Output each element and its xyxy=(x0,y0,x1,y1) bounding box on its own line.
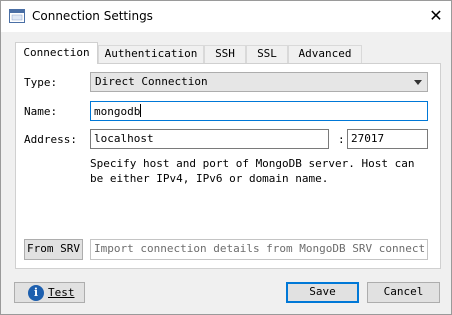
window-title: Connection Settings xyxy=(32,9,153,23)
tab-ssl[interactable]: SSL xyxy=(246,45,288,63)
text-caret xyxy=(140,104,142,117)
cancel-button[interactable]: Cancel xyxy=(367,282,440,303)
close-icon[interactable]: ✕ xyxy=(425,5,447,27)
host-field[interactable]: localhost xyxy=(90,129,329,149)
port-separator: : xyxy=(338,133,345,146)
from-srv-button[interactable]: From SRV xyxy=(24,239,83,260)
title-bar: Connection Settings ✕ xyxy=(1,1,451,32)
address-label: Address: xyxy=(24,133,77,146)
type-label: Type: xyxy=(24,76,58,89)
srv-import-placeholder: Import connection details from MongoDB S… xyxy=(94,242,426,255)
save-button[interactable]: Save xyxy=(286,282,359,303)
port-field[interactable]: 27017 xyxy=(347,129,428,149)
host-field-value: localhost xyxy=(94,132,154,145)
tab-authentication[interactable]: Authentication xyxy=(98,45,204,63)
test-button[interactable]: i Test xyxy=(14,282,85,303)
name-field[interactable]: mongodb xyxy=(90,101,428,121)
type-select[interactable]: Direct Connection xyxy=(90,72,428,92)
address-help-text: Specify host and port of MongoDB server.… xyxy=(90,157,415,185)
port-field-value: 27017 xyxy=(351,132,385,145)
tab-advanced[interactable]: Advanced xyxy=(288,45,362,63)
name-label: Name: xyxy=(24,105,58,118)
test-button-label: Test xyxy=(48,286,75,299)
tab-connection[interactable]: Connection xyxy=(15,42,98,64)
chevron-down-icon xyxy=(414,80,422,85)
window-icon xyxy=(9,9,25,23)
name-field-value: mongodb xyxy=(94,105,141,118)
srv-import-input[interactable]: Import connection details from MongoDB S… xyxy=(90,239,428,260)
info-icon: i xyxy=(28,285,44,301)
type-select-value: Direct Connection xyxy=(95,75,208,88)
connection-settings-dialog: Connection Settings ✕ Connection Authent… xyxy=(0,0,452,315)
tab-ssh[interactable]: SSH xyxy=(204,45,246,63)
